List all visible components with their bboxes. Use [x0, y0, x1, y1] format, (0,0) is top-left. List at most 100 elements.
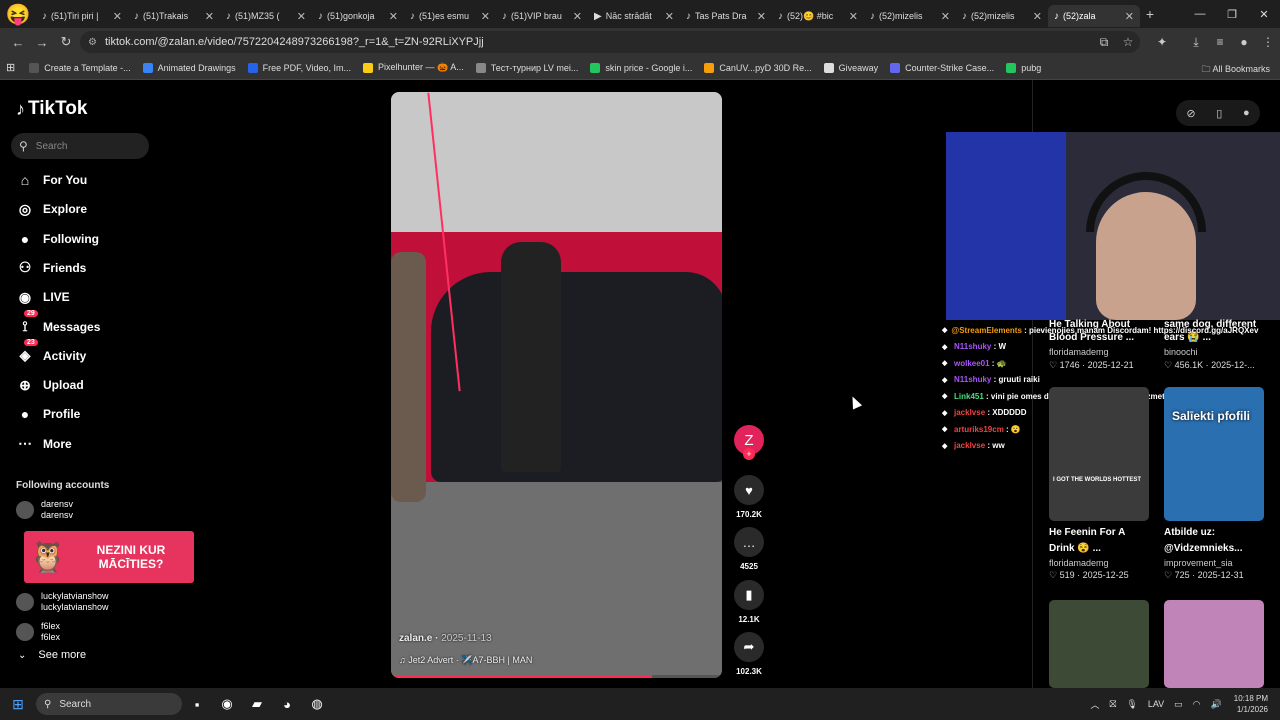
video-progress-bar[interactable]	[391, 675, 722, 678]
related-video-card[interactable]	[1164, 600, 1264, 688]
browser-tab[interactable]: ♪ (52)mizelis ✕	[864, 5, 956, 27]
new-tab-button[interactable]: +	[1140, 6, 1160, 22]
creator-avatar[interactable]: Z +	[730, 425, 768, 460]
comment-button[interactable]: … 4525	[730, 527, 768, 571]
follow-plus-icon[interactable]: +	[743, 448, 755, 460]
back-icon[interactable]: ←	[6, 35, 30, 50]
close-icon[interactable]: ✕	[849, 10, 858, 23]
related-thumbnail[interactable]: Salīekti pfofili	[1164, 387, 1264, 521]
bookmark-item[interactable]: Pixelhunter — 🎃 A...	[363, 62, 464, 73]
language-indicator[interactable]: LAV	[1148, 699, 1164, 709]
nav-item-following[interactable]: ● Following	[16, 230, 99, 248]
following-account[interactable]: luckylatvianshow luckylatvianshow	[16, 591, 109, 613]
obs-icon[interactable]: ◍	[302, 696, 332, 712]
save-button[interactable]: ▮ 12.1K	[730, 580, 768, 624]
browser-tab[interactable]: ♪ Tas Pats Dra ✕	[680, 5, 772, 27]
bookmark-item[interactable]: Animated Drawings	[142, 62, 236, 73]
user-avatar[interactable]: ●	[1243, 107, 1250, 119]
apps-icon[interactable]: ⊞	[6, 61, 15, 74]
forward-icon[interactable]: →	[30, 35, 54, 50]
nav-item-activity[interactable]: ◈ 23 Activity	[16, 338, 86, 365]
network-icon[interactable]: ⛝	[1110, 699, 1117, 710]
site-info-icon[interactable]: ⚙	[88, 37, 97, 48]
tray-chevron-icon[interactable]: ︿	[1091, 698, 1100, 711]
bookmark-item[interactable]: skin price - Google i...	[590, 62, 692, 73]
volume-icon[interactable]: 🔊	[1211, 699, 1222, 710]
media-icon[interactable]: ≡	[1208, 35, 1232, 49]
related-thumbnail[interactable]	[1164, 600, 1264, 688]
nav-item-upload[interactable]: ⊕ Upload	[16, 376, 84, 394]
bookmark-item[interactable]: pubg	[1006, 62, 1041, 73]
url-field[interactable]: ⚙ tiktok.com/@zalan.e/video/757220424897…	[80, 31, 1140, 53]
close-icon[interactable]: ✕	[757, 10, 766, 23]
minimize-icon[interactable]: —	[1184, 8, 1216, 20]
bookmark-item[interactable]: Create a Template -...	[29, 62, 131, 73]
discord-icon[interactable]: ◕	[272, 697, 302, 712]
file-explorer-icon[interactable]: ▰	[242, 696, 272, 712]
close-icon[interactable]: ✕	[1033, 10, 1042, 23]
bookmark-item[interactable]: Free PDF, Video, Im...	[247, 62, 351, 73]
bookmark-star-icon[interactable]: ☆	[1116, 35, 1140, 49]
compass-small-icon[interactable]: ⊘	[1186, 107, 1195, 120]
bookmark-item[interactable]: Counter-Strike Case...	[890, 62, 994, 73]
task-view-icon[interactable]: ▪	[182, 697, 212, 712]
video-player[interactable]: zalan.e · 2025-11-13 ♫ Jet2 Advert · ✈️A…	[391, 92, 722, 678]
close-icon[interactable]: ✕	[1125, 10, 1134, 23]
close-icon[interactable]: ✕	[941, 10, 950, 23]
nav-item-explore[interactable]: ◎ Explore	[16, 200, 87, 218]
reload-icon[interactable]: ↻	[54, 34, 78, 50]
browser-tab[interactable]: ♪ (51)gonkoja ✕	[312, 5, 404, 27]
nav-item-live[interactable]: ◉ LIVE	[16, 288, 70, 306]
like-button[interactable]: ♥ 170.2K	[730, 475, 768, 519]
related-video-card[interactable]	[1049, 600, 1149, 688]
browser-tab[interactable]: ♪ (51)Trakais ✕	[128, 5, 220, 27]
close-icon[interactable]: ✕	[481, 10, 490, 23]
close-icon[interactable]: ✕	[573, 10, 582, 23]
bookmark-item[interactable]: Тест-турнир LV mei...	[475, 62, 578, 73]
related-video-card[interactable]: I GOT THE WORLDS HOTTEST He Feenin For A…	[1049, 387, 1149, 581]
restore-icon[interactable]: ❐	[1216, 8, 1248, 21]
related-thumbnail[interactable]	[1049, 600, 1149, 688]
related-video-card[interactable]: Salīekti pfofili Atbilde uz: @Vidzemniek…	[1164, 387, 1264, 581]
video-music[interactable]: ♫ Jet2 Advert · ✈️A7-BBH | MAN	[399, 655, 532, 666]
profile-avatar-icon[interactable]: ●	[1232, 35, 1256, 49]
all-bookmarks-button[interactable]: 🗀 All Bookmarks	[1201, 62, 1270, 78]
taskbar-search[interactable]: ⚲ Search	[36, 693, 182, 715]
monitor-icon[interactable]: ▭	[1174, 699, 1183, 710]
browser-tab[interactable]: ♪ (52)zala ✕	[1048, 5, 1140, 27]
device-icon[interactable]: ▯	[1216, 107, 1222, 120]
search-input[interactable]: ⚲ Search	[11, 133, 149, 159]
nav-item-messages[interactable]: ⟟ 29 Messages	[16, 309, 100, 336]
nav-item-more[interactable]: ⋯ More	[16, 435, 72, 453]
nav-item-friends[interactable]: ⚇ Friends	[16, 259, 87, 277]
windows-start-icon[interactable]: ⊞	[0, 696, 36, 713]
close-icon[interactable]: ✕	[297, 10, 306, 23]
author-name[interactable]: zalan.e	[399, 633, 432, 644]
close-icon[interactable]: ✕	[113, 10, 122, 23]
browser-tab[interactable]: ♪ (51)Tiri piri | ✕	[36, 5, 128, 27]
close-icon[interactable]: ✕	[205, 10, 214, 23]
close-icon[interactable]: ✕	[665, 10, 674, 23]
following-account[interactable]: darensv darensv	[16, 499, 73, 521]
browser-tab[interactable]: ♪ (51)MZ35 (✕	[220, 5, 312, 27]
browser-tab[interactable]: ▶ Nāc strādāt ✕	[588, 5, 680, 27]
menu-icon[interactable]: ⋮	[1256, 35, 1280, 49]
bookmark-item[interactable]: Giveaway	[823, 62, 878, 73]
browser-tab[interactable]: ♪ (52)😊 #bic ✕	[772, 5, 864, 27]
following-account[interactable]: f6lex f6lex	[16, 621, 60, 643]
nav-item-profile[interactable]: ● Profile	[16, 405, 81, 423]
see-more-button[interactable]: ⌄ See more	[18, 649, 86, 661]
microphone-icon[interactable]: 🎙	[1126, 699, 1137, 710]
tiktok-logo[interactable]: ♪ TikTok	[16, 98, 87, 120]
close-window-icon[interactable]: ✕	[1248, 8, 1280, 21]
video-author[interactable]: zalan.e · 2025-11-13	[399, 633, 492, 644]
share-button[interactable]: ➦ 102.3K	[730, 632, 768, 676]
related-thumbnail[interactable]: I GOT THE WORLDS HOTTEST	[1049, 387, 1149, 521]
browser-tab[interactable]: ♪ (51)es esmu ✕	[404, 5, 496, 27]
clock[interactable]: 10:18 PM 1/1/2026	[1234, 693, 1268, 715]
nav-item-for-you[interactable]: ⌂ For You	[16, 171, 87, 189]
close-icon[interactable]: ✕	[389, 10, 398, 23]
bookmark-item[interactable]: CanUV...pyD 30D Re...	[704, 62, 812, 73]
install-icon[interactable]: ⧉	[1092, 35, 1116, 50]
wifi-icon[interactable]: ◠	[1193, 699, 1201, 710]
